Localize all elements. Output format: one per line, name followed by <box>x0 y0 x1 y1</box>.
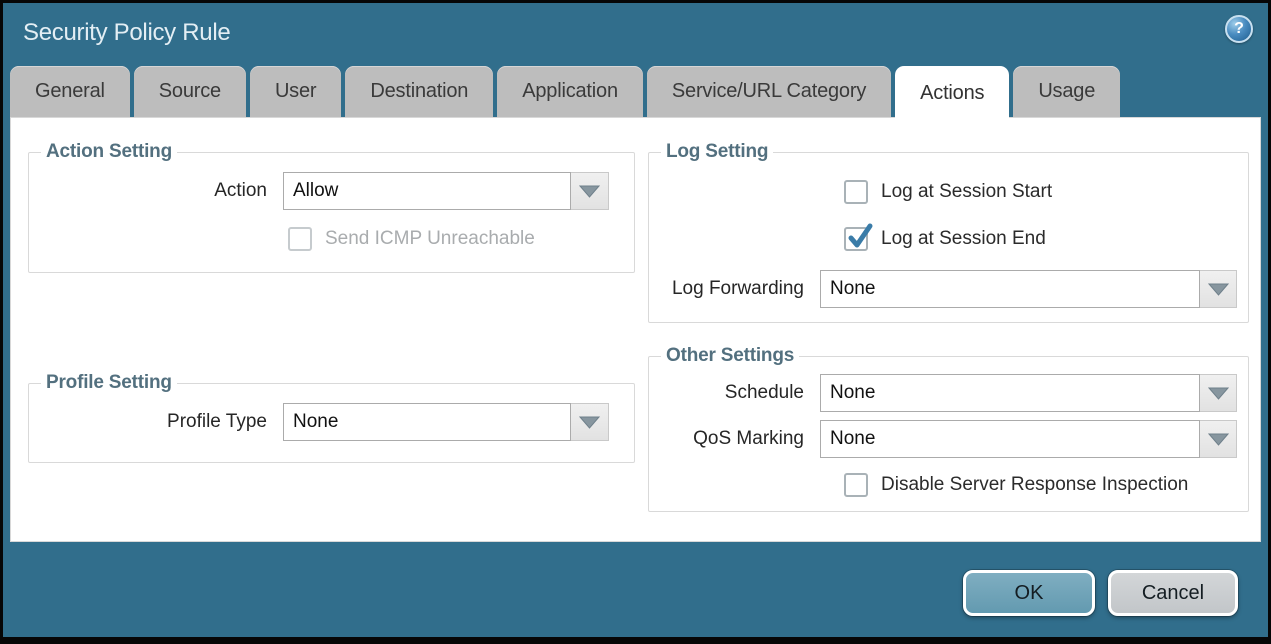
log-session-end-row: Log at Session End <box>844 227 1238 251</box>
chevron-down-icon <box>579 416 600 429</box>
tab-application[interactable]: Application <box>497 66 643 117</box>
qos-marking-dropdown[interactable]: None <box>820 420 1237 458</box>
send-icmp-label: Send ICMP Unreachable <box>325 228 535 250</box>
tab-general[interactable]: General <box>10 66 130 117</box>
chevron-down-icon <box>1208 283 1229 296</box>
action-setting-group: Action Setting Action Allow Send ICMP Un… <box>28 141 635 273</box>
dsri-label: Disable Server Response Inspection <box>881 474 1188 496</box>
log-forwarding-label: Log Forwarding <box>659 278 820 300</box>
other-settings-legend: Other Settings <box>661 345 799 367</box>
action-dropdown-button[interactable] <box>571 172 609 210</box>
profile-setting-group: Profile Setting Profile Type None <box>28 372 635 463</box>
action-setting-legend: Action Setting <box>41 141 177 163</box>
action-dropdown-value[interactable]: Allow <box>283 172 571 210</box>
log-setting-group: Log Setting Log at Session Start Log at … <box>648 141 1249 323</box>
tab-destination[interactable]: Destination <box>345 66 493 117</box>
action-label: Action <box>39 180 283 202</box>
schedule-label: Schedule <box>659 382 820 404</box>
log-session-start-row: Log at Session Start <box>844 180 1238 204</box>
send-icmp-checkbox[interactable] <box>288 227 312 251</box>
log-session-start-label: Log at Session Start <box>881 181 1052 203</box>
chevron-down-icon <box>1208 433 1229 446</box>
log-session-start-checkbox[interactable] <box>844 180 868 204</box>
tab-bar: General Source User Destination Applicat… <box>10 66 1120 120</box>
qos-marking-dropdown-button[interactable] <box>1200 420 1237 458</box>
profile-type-dropdown-button[interactable] <box>571 403 609 441</box>
chevron-down-icon <box>579 185 600 198</box>
log-forwarding-dropdown-button[interactable] <box>1200 270 1237 308</box>
log-session-end-label: Log at Session End <box>881 228 1046 250</box>
security-policy-rule-dialog: Security Policy Rule ? General Source Us… <box>0 0 1271 644</box>
profile-type-row: Profile Type None <box>39 403 624 441</box>
cancel-button[interactable]: Cancel <box>1108 570 1238 616</box>
tab-service-url-category[interactable]: Service/URL Category <box>647 66 891 117</box>
schedule-dropdown-value[interactable]: None <box>820 374 1200 412</box>
title-bar: Security Policy Rule ? <box>3 3 1268 64</box>
log-forwarding-dropdown[interactable]: None <box>820 270 1237 308</box>
profile-type-label: Profile Type <box>39 411 283 433</box>
checkmark-icon <box>846 222 874 252</box>
action-row: Action Allow <box>39 172 624 210</box>
tab-user[interactable]: User <box>250 66 341 117</box>
log-forwarding-dropdown-value[interactable]: None <box>820 270 1200 308</box>
qos-marking-dropdown-value[interactable]: None <box>820 420 1200 458</box>
profile-type-dropdown-value[interactable]: None <box>283 403 571 441</box>
profile-setting-legend: Profile Setting <box>41 372 177 394</box>
tab-actions[interactable]: Actions <box>895 66 1009 120</box>
qos-marking-row: QoS Marking None <box>659 420 1238 458</box>
dialog-title: Security Policy Rule <box>23 19 230 47</box>
qos-marking-label: QoS Marking <box>659 428 820 450</box>
send-icmp-row: Send ICMP Unreachable <box>288 227 624 251</box>
log-setting-legend: Log Setting <box>661 141 773 163</box>
log-session-end-checkbox[interactable] <box>844 227 868 251</box>
tab-usage[interactable]: Usage <box>1013 66 1120 117</box>
help-icon[interactable]: ? <box>1225 15 1253 43</box>
schedule-dropdown[interactable]: None <box>820 374 1237 412</box>
schedule-dropdown-button[interactable] <box>1200 374 1237 412</box>
help-glyph: ? <box>1234 20 1244 38</box>
dsri-row: Disable Server Response Inspection <box>844 473 1238 497</box>
schedule-row: Schedule None <box>659 374 1238 412</box>
tab-source[interactable]: Source <box>134 66 246 117</box>
log-forwarding-row: Log Forwarding None <box>659 270 1238 308</box>
profile-type-dropdown[interactable]: None <box>283 403 609 441</box>
ok-button[interactable]: OK <box>963 570 1095 616</box>
chevron-down-icon <box>1208 387 1229 400</box>
action-dropdown[interactable]: Allow <box>283 172 609 210</box>
other-settings-group: Other Settings Schedule None QoS Marking… <box>648 345 1249 512</box>
dsri-checkbox[interactable] <box>844 473 868 497</box>
tab-content-panel: Action Setting Action Allow Send ICMP Un… <box>10 117 1261 542</box>
